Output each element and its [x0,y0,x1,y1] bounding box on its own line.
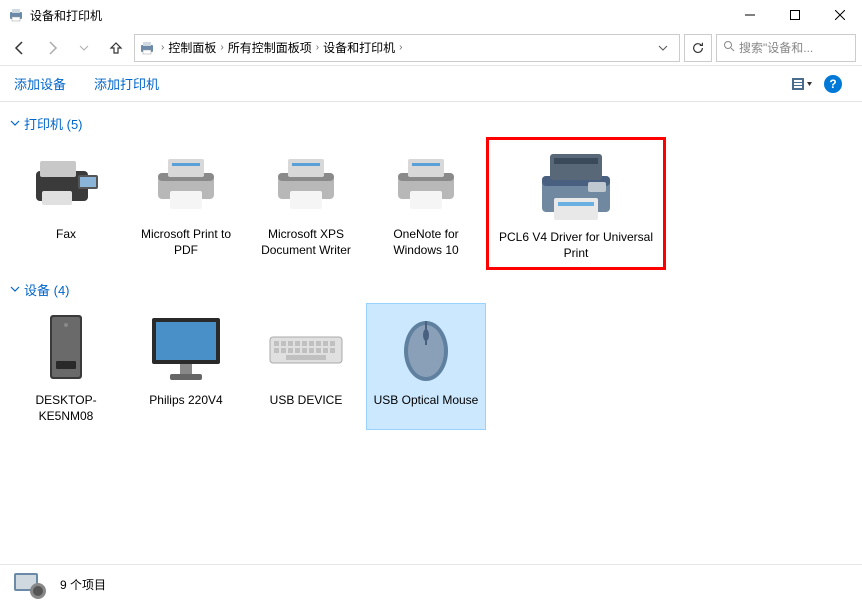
mouse-icon [372,309,480,389]
pc-icon [12,309,120,389]
chevron-right-icon[interactable]: › [316,42,319,53]
devices-icon [10,569,50,601]
add-printer-button[interactable]: 添加打印机 [94,74,159,93]
printer-icon [252,143,360,223]
device-item-onenote[interactable]: OneNote for Windows 10 [366,137,486,270]
group-header-printers[interactable]: 打印机 (5) [6,110,862,137]
monitor-icon [132,309,240,389]
device-item-xps-writer[interactable]: Microsoft XPS Document Writer [246,137,366,270]
chevron-right-icon[interactable]: › [220,42,223,53]
titlebar: 设备和打印机 [0,0,862,30]
command-bar: 添加设备 添加打印机 ? [0,66,862,102]
recent-dropdown[interactable] [70,34,98,62]
mfp-icon [495,146,657,226]
minimize-button[interactable] [727,0,772,30]
chevron-down-icon [10,116,20,131]
maximize-button[interactable] [772,0,817,30]
navbar: › 控制面板 › 所有控制面板项 › 设备和打印机 › 搜索"设备和... [0,30,862,66]
device-item-usb[interactable]: USB DEVICE [246,303,366,430]
fax-icon [12,143,120,223]
help-button[interactable]: ? [824,75,842,93]
group-header-devices[interactable]: 设备 (4) [6,276,862,303]
address-bar[interactable]: › 控制面板 › 所有控制面板项 › 设备和打印机 › [134,34,680,62]
highlight-box: PCL6 V4 Driver for Universal Print [486,137,666,270]
status-text: 9 个项目 [60,576,106,593]
view-options-button[interactable] [792,76,812,92]
chevron-right-icon[interactable]: › [399,42,402,53]
window-title: 设备和打印机 [30,7,727,24]
keyboard-icon [252,309,360,389]
device-item-pcl6[interactable]: PCL6 V4 Driver for Universal Print [489,140,663,267]
device-item-monitor[interactable]: Philips 220V4 [126,303,246,430]
close-button[interactable] [817,0,862,30]
printer-icon [372,143,480,223]
printer-icon [8,7,24,23]
breadcrumb[interactable]: 设备和打印机 [321,39,397,56]
breadcrumb[interactable]: 控制面板 [166,39,218,56]
search-input[interactable]: 搜索"设备和... [716,34,856,62]
device-item-fax[interactable]: Fax [6,137,126,270]
forward-button[interactable] [38,34,66,62]
content-area: 打印机 (5) Fax Microsoft Print to PDF Micro… [0,102,862,564]
back-button[interactable] [6,34,34,62]
device-item-desktop[interactable]: DESKTOP-KE5NM08 [6,303,126,430]
refresh-button[interactable] [684,34,712,62]
device-item-print-pdf[interactable]: Microsoft Print to PDF [126,137,246,270]
search-placeholder: 搜索"设备和... [739,39,813,56]
printer-icon [139,40,155,56]
printer-icon [132,143,240,223]
device-item-mouse[interactable]: USB Optical Mouse [366,303,486,430]
statusbar: 9 个项目 [0,564,862,604]
chevron-down-icon [10,282,20,297]
up-button[interactable] [102,34,130,62]
breadcrumb[interactable]: 所有控制面板项 [226,39,314,56]
add-device-button[interactable]: 添加设备 [14,74,66,93]
chevron-down-icon[interactable] [651,43,675,53]
search-icon [723,40,735,55]
chevron-right-icon[interactable]: › [161,42,164,53]
window-controls [727,0,862,30]
